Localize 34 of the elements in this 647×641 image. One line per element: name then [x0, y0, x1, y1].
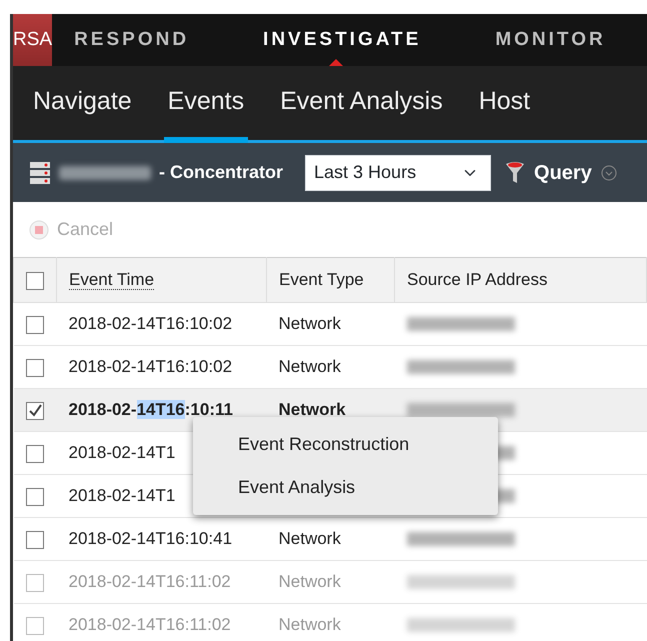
- event-type-cell: Network: [266, 604, 394, 641]
- row-checkbox[interactable]: [26, 616, 44, 635]
- nav-tab[interactable]: INVESTIGATE: [241, 14, 422, 66]
- sub-tab[interactable]: Navigate: [29, 66, 136, 143]
- sub-tab[interactable]: Host: [474, 66, 534, 143]
- event-time-cell: 2018-02-14T16:10:41: [56, 518, 266, 560]
- row-checkbox[interactable]: [26, 530, 44, 549]
- time-range-select[interactable]: Last 3 Hours: [305, 154, 492, 190]
- column-header[interactable]: Event Time: [56, 258, 266, 302]
- event-time-cell: 2018-02-14T16:10:02: [56, 302, 266, 346]
- logo[interactable]: RSA: [13, 14, 52, 66]
- sub-tab[interactable]: Event Analysis: [276, 66, 447, 143]
- event-time-cell: 2018-02-14T16:11:02: [56, 604, 266, 641]
- event-time-cell: 2018-02-14T16:11:02: [56, 560, 266, 604]
- chevron-circle-icon[interactable]: [600, 164, 617, 180]
- row-checkbox[interactable]: [26, 488, 44, 506]
- row-checkbox[interactable]: [26, 444, 44, 463]
- service-label: - Concentrator: [159, 161, 284, 184]
- row-checkbox[interactable]: [26, 574, 44, 592]
- nav-tab[interactable]: RESPOND: [52, 14, 190, 66]
- row-checkbox[interactable]: [26, 358, 44, 377]
- funnel-icon: [505, 160, 526, 184]
- row-checkbox[interactable]: [26, 316, 44, 334]
- column-header[interactable]: Event Type: [266, 258, 394, 302]
- row-checkbox[interactable]: [26, 402, 44, 420]
- column-header[interactable]: Source IP Address: [394, 258, 646, 302]
- nav-tab[interactable]: MONITOR: [473, 14, 606, 66]
- stop-icon: [29, 220, 49, 240]
- event-type-cell: Network: [266, 302, 394, 346]
- query-button[interactable]: Query: [533, 156, 593, 188]
- event-type-cell: Network: [266, 560, 394, 604]
- event-type-cell: Network: [266, 518, 394, 560]
- server-icon: [29, 160, 51, 184]
- select-all-checkbox[interactable]: [26, 272, 44, 290]
